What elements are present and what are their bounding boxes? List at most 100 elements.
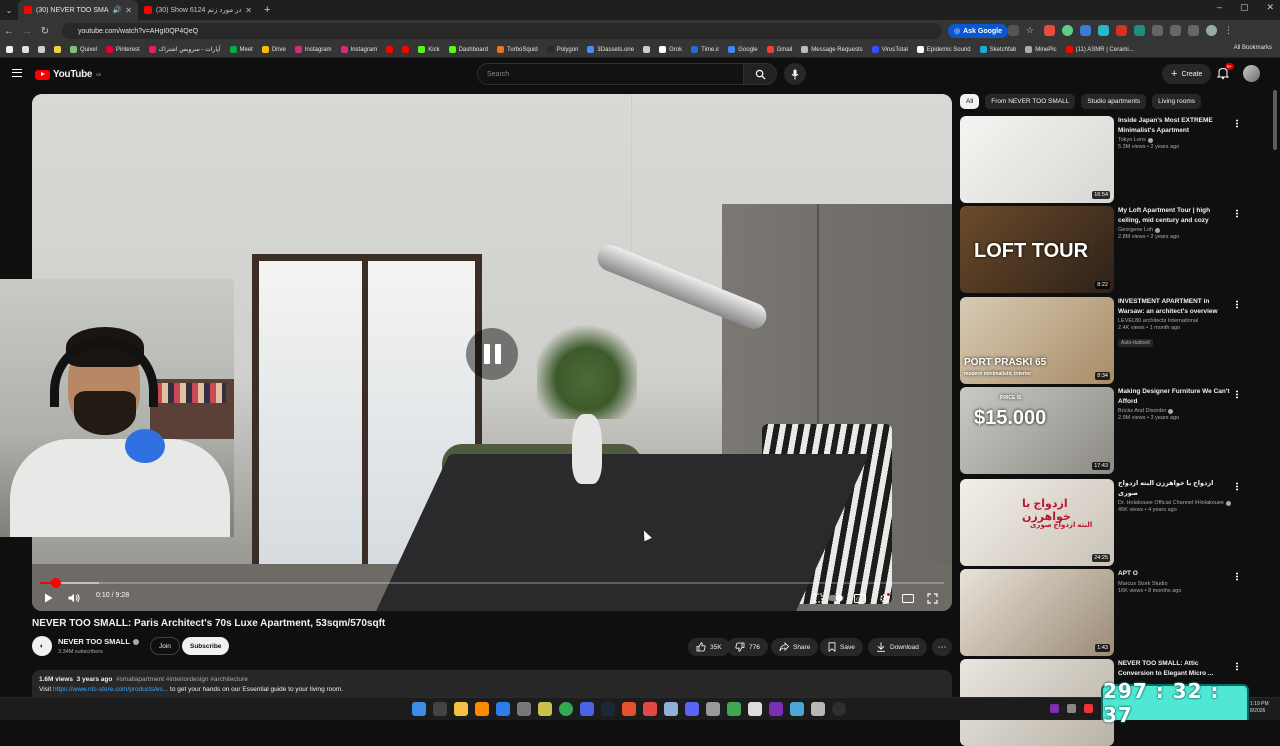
bookmark-item[interactable]: Instagram — [340, 46, 377, 53]
bookmark-item[interactable]: Quixel — [70, 46, 97, 53]
app-icon[interactable] — [727, 702, 741, 716]
extension-teal-icon[interactable] — [1134, 25, 1145, 36]
bookmark-item[interactable]: VirusTotal — [871, 46, 908, 53]
create-button[interactable]: + Create — [1162, 64, 1212, 84]
taskbar-clock[interactable]: 1:19 PM 8/2026 — [1250, 701, 1269, 715]
more-vertical-icon[interactable] — [1236, 119, 1238, 128]
browser-tab-active[interactable]: (30) NEVER TOO SMALL: Pa 🔊 ✕ — [18, 0, 138, 20]
more-vertical-icon[interactable] — [1236, 572, 1238, 581]
miniplayer-chapters-icon[interactable] — [810, 590, 826, 606]
close-window-icon[interactable]: ✕ — [1266, 2, 1274, 13]
dislike-button[interactable]: 776 — [727, 638, 768, 656]
related-video-item[interactable]: ازدواج با خواهرزن البته ازدواج صوری 24:25 ا… — [960, 479, 1270, 566]
volume-button[interactable] — [66, 590, 82, 606]
bookmark-item[interactable]: Google — [728, 46, 758, 53]
related-video-item[interactable]: LOFT TOUR 8:22 My Loft Apartment Tour | hi… — [960, 206, 1270, 293]
puzzle-extensions-icon[interactable] — [1152, 25, 1163, 36]
app-icon[interactable] — [580, 702, 594, 716]
ask-google-button[interactable]: ◎ Ask Google — [948, 24, 1009, 38]
extension-blue-icon[interactable] — [1080, 25, 1091, 36]
like-button[interactable]: 35K — [688, 638, 730, 656]
bookmark-item[interactable]: Gmail — [766, 46, 792, 53]
new-tab-button[interactable]: + — [258, 4, 276, 16]
download-button[interactable]: Download — [868, 638, 927, 656]
forward-icon[interactable]: → — [18, 26, 36, 37]
guide-menu-icon[interactable] — [12, 69, 22, 77]
video-thumbnail[interactable]: 1:43 — [960, 569, 1114, 656]
progress-bar[interactable] — [40, 578, 944, 588]
video-thumbnail[interactable]: 16:54 — [960, 116, 1114, 203]
menu-kebab-icon[interactable]: ⋮ — [1224, 25, 1235, 36]
description-link[interactable]: https://www.nts-store.com/products/es... — [53, 686, 168, 693]
tray-icon[interactable] — [1067, 704, 1076, 713]
subtitles-button[interactable]: CC — [852, 590, 868, 606]
more-vertical-icon[interactable] — [1236, 482, 1238, 491]
more-vertical-icon[interactable] — [1236, 300, 1238, 309]
video-thumbnail[interactable]: ازدواج با خواهرزن البته ازدواج صوری 24:25 — [960, 479, 1114, 566]
close-tab-icon[interactable]: ✕ — [125, 6, 132, 15]
tray-icon[interactable] — [1050, 704, 1059, 713]
settings-app-icon[interactable] — [517, 702, 531, 716]
download-icon[interactable] — [1170, 25, 1181, 36]
bookmark-item[interactable] — [6, 46, 13, 53]
close-tab-icon[interactable]: ✕ — [245, 6, 252, 15]
extension-red-icon[interactable] — [1044, 25, 1055, 36]
split-view-icon[interactable] — [1188, 25, 1199, 36]
bookmark-item[interactable]: Pinterest — [106, 46, 140, 53]
tab-audio-icon[interactable]: 🔊 — [113, 6, 122, 14]
reload-icon[interactable]: ↻ — [36, 26, 54, 37]
back-icon[interactable]: ← — [0, 26, 18, 37]
search-app-icon[interactable] — [475, 702, 489, 716]
bookmark-item[interactable] — [38, 46, 45, 53]
bookmark-item[interactable]: Instagram — [294, 46, 332, 53]
bookmark-item[interactable]: 3Dassets.one — [587, 46, 634, 53]
app-icon[interactable] — [790, 702, 804, 716]
bookmark-item[interactable]: آپارات - سرویس اشتراک — [148, 46, 221, 53]
bookmark-item[interactable]: Polygon — [546, 46, 578, 53]
all-bookmarks-button[interactable]: All Bookmarks — [1234, 45, 1272, 51]
bookmark-item[interactable] — [643, 46, 651, 53]
bookmark-item[interactable] — [54, 46, 61, 53]
related-video-item[interactable]: $15.000 PRICE IS 17:43 Making Designer Furn… — [960, 387, 1270, 474]
chip-living-rooms[interactable]: Living rooms — [1152, 94, 1201, 109]
hashtags[interactable]: #smallapartment #interiordesign #archite… — [116, 676, 248, 683]
video-thumbnail[interactable]: $15.000 PRICE IS 17:43 — [960, 387, 1114, 474]
page-scrollbar[interactable] — [1273, 90, 1277, 150]
bookmark-item[interactable] — [22, 46, 29, 53]
bookmark-item[interactable]: Epidemic Sound — [916, 46, 971, 53]
video-thumbnail[interactable]: LOFT TOUR 8:22 — [960, 206, 1114, 293]
app-icon[interactable] — [769, 702, 783, 716]
extension-red2-icon[interactable] — [1116, 25, 1127, 36]
chip-studio-apartments[interactable]: Studio apartments — [1081, 94, 1147, 109]
search-input[interactable]: Search — [477, 63, 744, 85]
related-video-item[interactable]: 1:43 APT O Marcus Stork Studio 16K views • … — [960, 569, 1270, 656]
fullscreen-button[interactable] — [924, 590, 940, 606]
bookmark-item[interactable]: Dashboard — [448, 46, 488, 53]
app-icon[interactable] — [622, 702, 636, 716]
chip-from-channel[interactable]: From NEVER TOO SMALL — [985, 94, 1076, 109]
extension-cyan-icon[interactable] — [1098, 25, 1109, 36]
bookmark-item[interactable]: Kick — [418, 46, 440, 53]
app-icon[interactable] — [748, 702, 762, 716]
more-vertical-icon[interactable] — [1236, 662, 1238, 671]
app-icon[interactable] — [706, 702, 720, 716]
pause-overlay-icon[interactable] — [466, 328, 518, 380]
start-windows-icon[interactable] — [412, 702, 426, 716]
bookmark-item[interactable]: Time.ir — [691, 46, 719, 53]
maximize-icon[interactable]: ▢ — [1240, 2, 1249, 13]
share-button[interactable]: Share — [771, 638, 819, 656]
bookmark-item[interactable]: Drive — [261, 46, 286, 53]
app-icon[interactable] — [496, 702, 510, 716]
task-view-icon[interactable] — [433, 702, 447, 716]
youtube-logo[interactable]: YouTube DE — [35, 69, 101, 80]
bookmark-item[interactable] — [402, 46, 410, 53]
tab-search-icon[interactable]: ⌄ — [0, 6, 18, 15]
channel-name-link[interactable]: NEVER TOO SMALL — [58, 637, 139, 646]
app-icon[interactable] — [538, 702, 552, 716]
theater-mode-button[interactable] — [900, 590, 916, 606]
bookmark-item[interactable]: Grok — [659, 46, 682, 53]
app-icon[interactable] — [811, 702, 825, 716]
app-icon[interactable] — [643, 702, 657, 716]
settings-button[interactable] — [876, 590, 892, 606]
star-bookmark-icon[interactable]: ☆ — [1026, 25, 1037, 36]
